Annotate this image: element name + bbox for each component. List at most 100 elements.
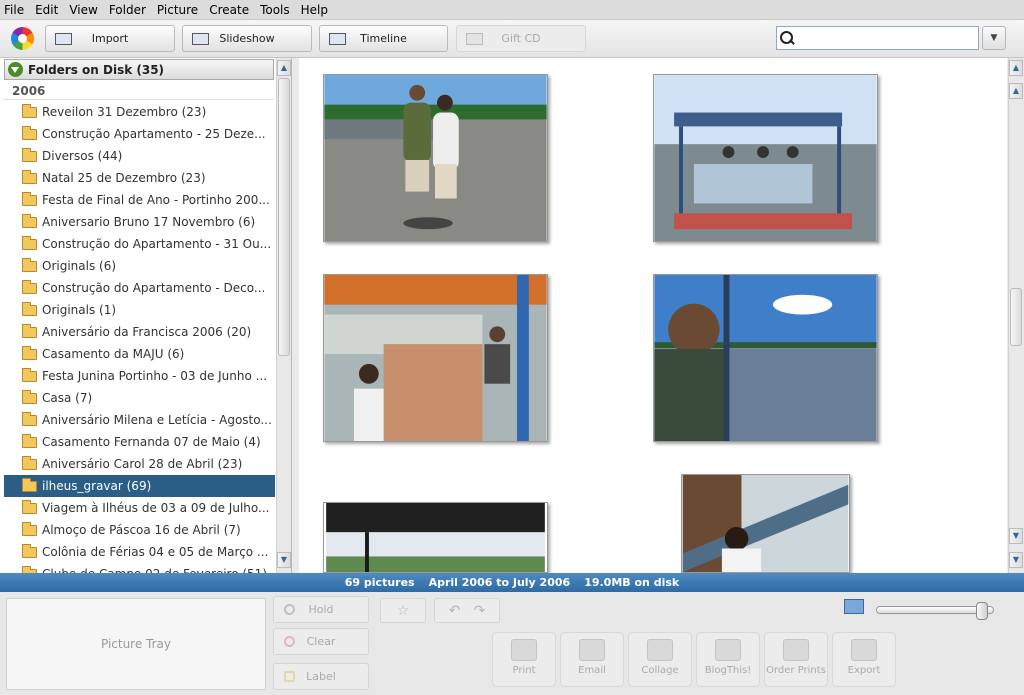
menu-picture[interactable]: Picture (157, 3, 198, 17)
folder-item[interactable]: Viagem à Ilhéus de 03 a 09 de Julho... (4, 497, 275, 519)
sidebar-scrollbar[interactable]: ▲ ▼ (276, 58, 291, 573)
folder-icon (22, 103, 37, 118)
photo-thumbnail[interactable] (681, 474, 850, 573)
folder-icon (22, 389, 37, 404)
folder-label: Originals (6) (42, 259, 117, 273)
folder-label: Aniversário Carol 28 de Abril (23) (42, 457, 243, 471)
scroll-down-button[interactable]: ▼ (277, 552, 291, 568)
folder-label: Aniversário da Francisca 2006 (20) (42, 325, 252, 339)
blogthis-label: BlogThis! (704, 665, 752, 676)
import-label: Import (91, 32, 129, 45)
folder-icon (22, 213, 37, 228)
search-options-button[interactable]: ▼ (982, 26, 1006, 50)
menu-tools[interactable]: Tools (260, 3, 290, 17)
blogthis-button[interactable]: BlogThis! (696, 632, 760, 687)
scroll-top-button[interactable]: ▲ (1009, 60, 1023, 76)
folder-item[interactable]: Festa de Final de Ano - Portinho 200... (4, 189, 275, 211)
picasa-logo-icon (11, 27, 34, 50)
collapse-icon[interactable] (8, 62, 23, 77)
collage-button[interactable]: Collage (628, 632, 692, 687)
photo-thumbnail[interactable] (653, 74, 878, 242)
folder-item[interactable]: Originals (1) (4, 299, 275, 321)
folder-item[interactable]: Casa (7) (4, 387, 275, 409)
label-button[interactable]: Label (273, 663, 369, 690)
order-prints-button[interactable]: Order Prints (764, 632, 828, 687)
rotate-buttons[interactable]: ↶ ↷ (434, 598, 500, 623)
menu-edit[interactable]: Edit (35, 3, 58, 17)
scroll-bottom-button[interactable]: ▼ (1009, 552, 1023, 568)
menu-create[interactable]: Create (209, 3, 249, 17)
year-heading: 2006 (4, 82, 274, 100)
folder-item[interactable]: Aniversário Carol 28 de Abril (23) (4, 453, 275, 475)
folders-on-disk-header[interactable]: Folders on Disk (35) (4, 59, 274, 80)
hold-icon (284, 604, 295, 615)
folder-icon (22, 367, 37, 382)
camera-icon (55, 33, 72, 45)
scroll-up-button[interactable]: ▲ (1009, 83, 1023, 99)
folder-label: Casamento Fernanda 07 de Maio (4) (42, 435, 261, 449)
printer-icon (511, 639, 537, 661)
folder-icon (22, 323, 37, 338)
timeline-button[interactable]: Timeline (319, 25, 448, 52)
email-button[interactable]: Email (560, 632, 624, 687)
folder-item[interactable]: Clube de Campo 02 de Fevereiro (51) (4, 563, 275, 573)
folder-icon (22, 191, 37, 206)
folder-item[interactable]: Natal 25 de Dezembro (23) (4, 167, 275, 189)
photo-scroll-thumb[interactable] (1010, 288, 1022, 346)
folder-item[interactable]: Aniversário Milena e Letícia - Agosto... (4, 409, 275, 431)
folder-item[interactable]: Almoço de Páscoa 16 de Abril (7) (4, 519, 275, 541)
picture-count: 69 pictures (344, 576, 415, 589)
menu-view[interactable]: View (69, 3, 97, 17)
folder-label: Festa de Final de Ano - Portinho 200... (42, 193, 270, 207)
search-input[interactable] (798, 28, 978, 48)
folder-item[interactable]: Construção Apartamento - 25 Deze... (4, 123, 275, 145)
star-button[interactable]: ☆ (380, 598, 426, 623)
photo-thumbnail[interactable] (653, 274, 878, 442)
folder-item[interactable]: Casamento da MAJU (6) (4, 343, 275, 365)
slider-knob[interactable] (976, 602, 988, 620)
folders-header-label: Folders on Disk (35) (28, 62, 165, 77)
folder-item[interactable]: Reveilon 31 Dezembro (23) (4, 101, 275, 123)
folder-item[interactable]: Originals (6) (4, 255, 275, 277)
rotate-right-icon[interactable]: ↷ (474, 603, 486, 619)
folder-item[interactable]: Casamento Fernanda 07 de Maio (4) (4, 431, 275, 453)
folder-item[interactable]: Construção do Apartamento - 31 Ou... (4, 233, 275, 255)
rotate-left-icon[interactable]: ↶ (449, 603, 461, 619)
clear-label: Clear (306, 635, 336, 648)
gift-cd-button[interactable]: Gift CD (456, 25, 586, 52)
folder-item[interactable]: ilheus_gravar (69) (4, 475, 275, 497)
folder-label: Casamento da MAJU (6) (42, 347, 185, 361)
folder-label: Natal 25 de Dezembro (23) (42, 171, 206, 185)
menu-file[interactable]: File (4, 3, 24, 17)
folder-item[interactable]: Diversos (44) (4, 145, 275, 167)
photo-thumbnail[interactable] (323, 502, 548, 573)
slideshow-label: Slideshow (219, 32, 275, 45)
menu-help[interactable]: Help (301, 3, 328, 17)
folder-item[interactable]: Aniversário da Francisca 2006 (20) (4, 321, 275, 343)
scroll-down-button[interactable]: ▼ (1009, 528, 1023, 544)
hold-button[interactable]: Hold (273, 596, 369, 623)
slideshow-button[interactable]: Slideshow (182, 25, 312, 52)
photo-scrollbar[interactable]: ▲ ▲ ▼ ▼ (1008, 58, 1024, 573)
picture-tray[interactable]: Picture Tray (6, 598, 266, 690)
sidebar-scroll-thumb[interactable] (278, 78, 290, 356)
import-button[interactable]: Import (45, 25, 175, 52)
picture-tray-label: Picture Tray (100, 637, 172, 651)
folder-item[interactable]: Aniversario Bruno 17 Novembro (6) (4, 211, 275, 233)
photo-thumbnail[interactable] (323, 74, 548, 242)
export-button[interactable]: Export (832, 632, 896, 687)
menu-folder[interactable]: Folder (109, 3, 146, 17)
timeline-icon (329, 33, 346, 45)
folder-label: Construção Apartamento - 25 Deze... (42, 127, 266, 141)
thumbnail-size-slider[interactable] (876, 602, 994, 620)
clear-button[interactable]: Clear (273, 628, 369, 655)
photo-thumbnail[interactable] (323, 274, 548, 442)
folder-item[interactable]: Colônia de Férias 04 e 05 de Março ... (4, 541, 275, 563)
folder-icon (22, 543, 37, 558)
folder-item[interactable]: Construção do Apartamento - Deco... (4, 277, 275, 299)
pane-splitter[interactable] (292, 58, 299, 573)
print-button[interactable]: Print (492, 632, 556, 687)
scroll-up-button[interactable]: ▲ (277, 60, 291, 76)
folder-item[interactable]: Festa Junina Portinho - 03 de Junho ... (4, 365, 275, 387)
folder-icon (22, 169, 37, 184)
